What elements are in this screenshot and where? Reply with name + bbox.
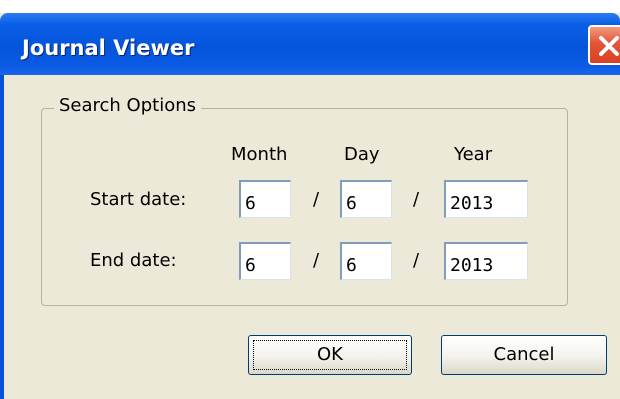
end-date-label: End date:: [90, 250, 177, 271]
close-button[interactable]: [588, 25, 620, 65]
start-date-label: Start date:: [90, 189, 187, 210]
end-year-input[interactable]: [444, 242, 528, 280]
desktop-strip: [0, 0, 620, 13]
cancel-button[interactable]: Cancel: [441, 335, 607, 375]
end-day-input[interactable]: [340, 242, 392, 280]
end-day-year-separator: /: [413, 250, 420, 271]
end-month-input[interactable]: [239, 242, 291, 280]
start-month-day-separator: /: [313, 189, 320, 210]
day-header: Day: [344, 144, 380, 165]
window-left-border: [0, 75, 4, 399]
start-day-input[interactable]: [340, 180, 392, 218]
title-bar[interactable]: Journal Viewer: [0, 13, 620, 75]
start-year-input[interactable]: [444, 180, 528, 218]
journal-viewer-dialog: Journal Viewer Search Options Month Day …: [0, 0, 620, 399]
cancel-button-label: Cancel: [493, 344, 555, 365]
focus-rectangle: [253, 340, 407, 370]
search-options-label: Search Options: [54, 95, 202, 116]
window-title: Journal Viewer: [22, 36, 195, 60]
ok-button[interactable]: OK: [248, 335, 412, 375]
end-month-day-separator: /: [313, 250, 320, 271]
start-day-year-separator: /: [413, 189, 420, 210]
year-header: Year: [454, 144, 493, 165]
start-month-input[interactable]: [239, 180, 291, 218]
month-header: Month: [231, 144, 288, 165]
